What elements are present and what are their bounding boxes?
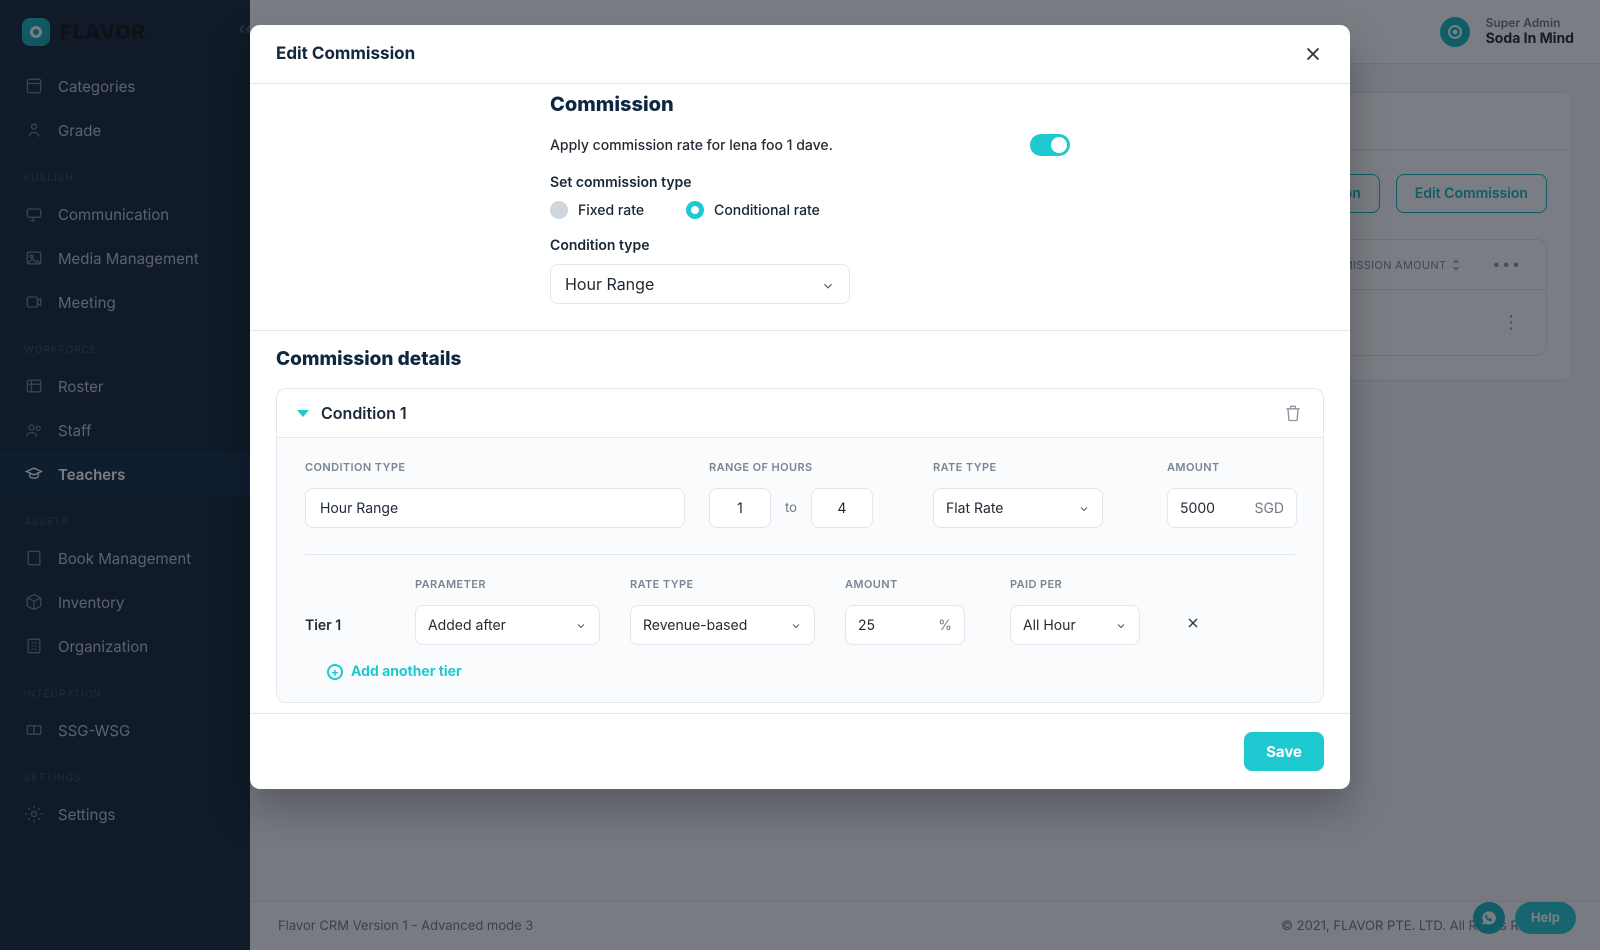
- range-to-input[interactable]: [811, 488, 873, 528]
- rate-type-select[interactable]: Flat Rate: [933, 488, 1103, 528]
- radio-fixed-rate[interactable]: Fixed rate: [550, 201, 644, 219]
- apply-toggle[interactable]: [1030, 134, 1070, 156]
- amount-currency: SGD: [1254, 500, 1284, 517]
- col-paid-per: PAID PER: [1010, 577, 1155, 591]
- range-to-label: to: [785, 500, 797, 516]
- tier-amount-value: 25: [858, 617, 875, 634]
- condition-title: Condition 1: [321, 403, 407, 423]
- tier-amount-input[interactable]: 25 %: [845, 605, 965, 645]
- condition-card: Condition 1 CONDITION TYPE RANGE OF HOUR…: [276, 388, 1324, 703]
- col-range: RANGE OF HOURS: [709, 460, 909, 474]
- tier-paid-per-select[interactable]: All Hour: [1010, 605, 1140, 645]
- col-condition-type: CONDITION TYPE: [305, 460, 685, 474]
- tier-rate-type-select[interactable]: Revenue-based: [630, 605, 815, 645]
- chevron-down-icon: [821, 277, 835, 291]
- amount-input[interactable]: 5000 SGD: [1167, 488, 1297, 528]
- rate-type-value: Flat Rate: [946, 500, 1003, 517]
- section-commission-heading: Commission: [550, 92, 1324, 116]
- col-rate-type: RATE TYPE: [933, 460, 1143, 474]
- radio-dot-active: [686, 201, 704, 219]
- plus-icon: +: [327, 664, 343, 680]
- apply-description: Apply commission rate for lena foo 1 dav…: [550, 137, 833, 154]
- radio-dot: [550, 201, 568, 219]
- chevron-down-icon: [790, 619, 802, 631]
- radio-fixed-label: Fixed rate: [578, 202, 644, 219]
- commission-type-label: Set commission type: [550, 174, 1324, 191]
- tier-label: Tier 1: [305, 617, 385, 634]
- edit-commission-modal: Edit Commission Commission Apply commiss…: [250, 25, 1350, 789]
- remove-tier-icon[interactable]: [1185, 615, 1215, 635]
- tier-paid-per-value: All Hour: [1023, 617, 1076, 634]
- chevron-down-icon: [1115, 619, 1127, 631]
- condition-type-value: Hour Range: [565, 274, 654, 294]
- chevron-down-icon: [1078, 502, 1090, 514]
- save-button[interactable]: Save: [1244, 732, 1324, 771]
- condition-type-input[interactable]: [305, 488, 685, 528]
- col-tier-rate-type: RATE TYPE: [630, 577, 815, 591]
- tier-rate-type-value: Revenue-based: [643, 617, 747, 634]
- radio-conditional-rate[interactable]: Conditional rate: [686, 201, 820, 219]
- tier-amount-suffix: %: [938, 617, 952, 634]
- tier-parameter-value: Added after: [428, 617, 506, 634]
- modal-overlay: Edit Commission Commission Apply commiss…: [0, 0, 1600, 950]
- add-tier-label: Add another tier: [351, 663, 462, 680]
- range-from-input[interactable]: [709, 488, 771, 528]
- modal-title: Edit Commission: [276, 44, 415, 64]
- tier-parameter-select[interactable]: Added after: [415, 605, 600, 645]
- add-tier-button[interactable]: + Add another tier: [327, 663, 462, 680]
- commission-details-heading: Commission details: [250, 331, 1350, 388]
- amount-value: 5000: [1180, 500, 1215, 517]
- trash-icon[interactable]: [1283, 403, 1303, 423]
- col-parameter: PARAMETER: [415, 577, 600, 591]
- chevron-down-icon: [575, 619, 587, 631]
- caret-down-icon[interactable]: [297, 410, 309, 417]
- col-tier-amount: AMOUNT: [845, 577, 980, 591]
- condition-type-select[interactable]: Hour Range: [550, 264, 850, 304]
- condition-type-label: Condition type: [550, 237, 1324, 254]
- radio-conditional-label: Conditional rate: [714, 202, 820, 219]
- col-amount-header: AMOUNT: [1167, 460, 1324, 474]
- close-icon[interactable]: [1302, 43, 1324, 65]
